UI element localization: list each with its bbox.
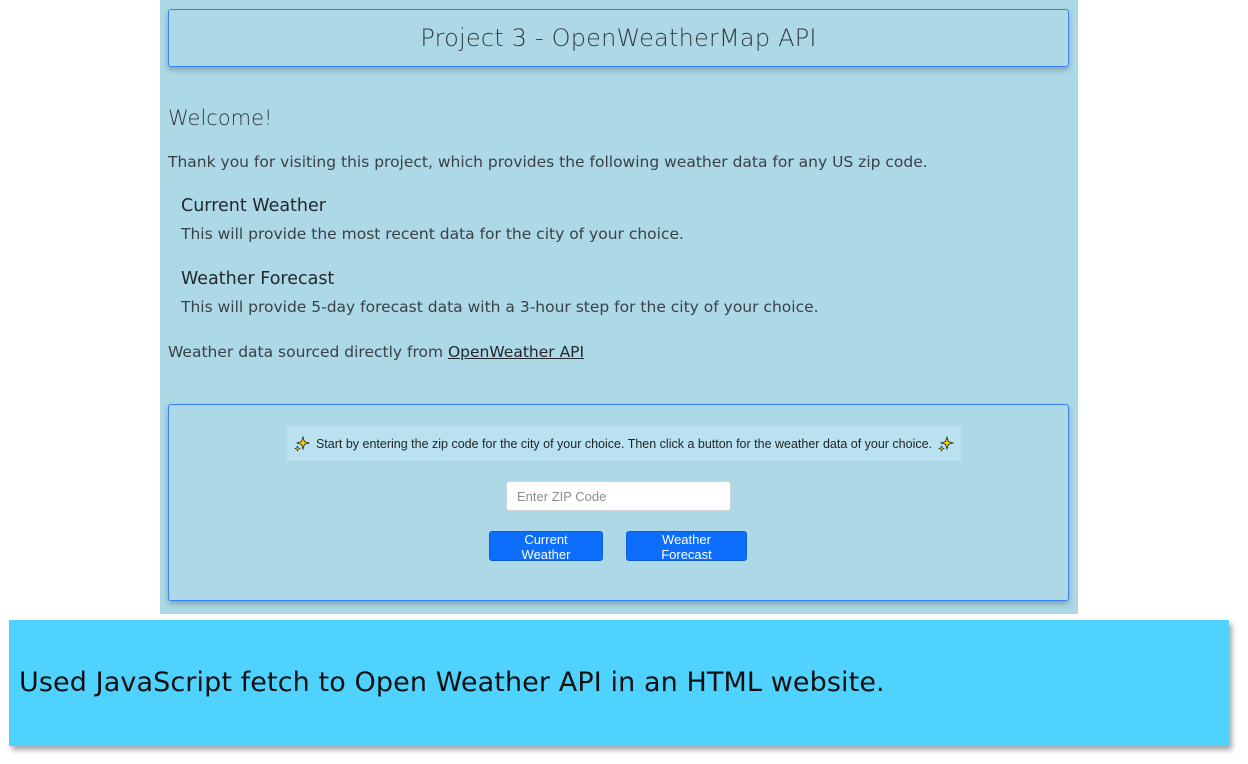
weather-forecast-button[interactable]: Weather Forecast <box>626 531 747 562</box>
feature-description: This will provide 5-day forecast data wi… <box>181 298 819 316</box>
feature-weather-forecast: Weather Forecast This will provide 5-day… <box>181 269 819 316</box>
sparkles-icon <box>938 435 955 452</box>
caption-text: Used JavaScript fetch to Open Weather AP… <box>19 666 885 698</box>
feature-description: This will provide the most recent data f… <box>181 225 684 243</box>
feature-current-weather: Current Weather This will provide the mo… <box>181 196 684 243</box>
project-page: Project 3 - OpenWeatherMap API Welcome! … <box>160 0 1078 614</box>
page-title: Project 3 - OpenWeatherMap API <box>420 24 817 52</box>
feature-title: Weather Forecast <box>181 269 335 289</box>
openweather-api-link[interactable]: OpenWeather API <box>448 343 584 361</box>
source-prefix: Weather data sourced directly from <box>168 343 448 361</box>
welcome-heading: Welcome! <box>168 106 273 130</box>
instruction-text: Start by entering the zip code for the c… <box>315 436 933 451</box>
intro-text: Thank you for visiting this project, whi… <box>168 153 928 171</box>
sparkles-icon <box>294 435 310 452</box>
zip-form-panel: Start by entering the zip code for the c… <box>168 404 1069 601</box>
data-source-line: Weather data sourced directly from OpenW… <box>168 343 584 361</box>
feature-title: Current Weather <box>181 196 326 216</box>
zip-code-input[interactable] <box>506 481 731 511</box>
current-weather-button[interactable]: Current Weather <box>489 531 603 562</box>
instruction-banner: Start by entering the zip code for the c… <box>287 426 961 461</box>
caption-banner: Used JavaScript fetch to Open Weather AP… <box>9 620 1229 746</box>
page-header: Project 3 - OpenWeatherMap API <box>168 9 1069 67</box>
